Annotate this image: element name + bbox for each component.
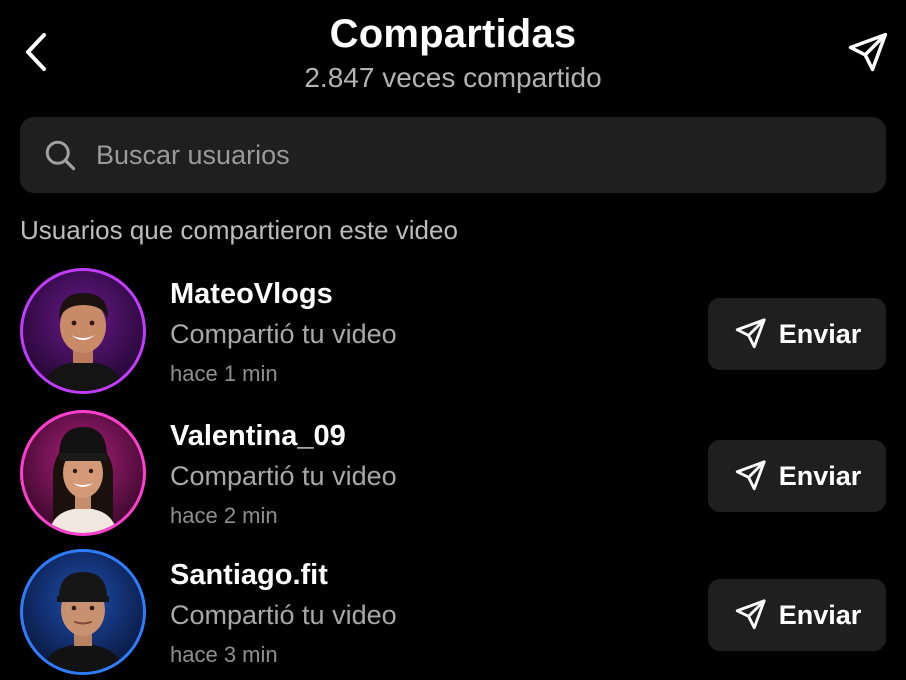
- timestamp: hace 1 min: [170, 361, 278, 386]
- user-action: Compartió tu video: [170, 600, 397, 630]
- send-button[interactable]: Enviar: [708, 579, 886, 651]
- share-button[interactable]: [842, 28, 892, 78]
- avatar-image: [23, 413, 143, 533]
- paper-plane-icon: [735, 318, 766, 349]
- send-button[interactable]: Enviar: [708, 298, 886, 370]
- send-button[interactable]: Enviar: [708, 440, 886, 512]
- user-action: Compartió tu video: [170, 319, 397, 349]
- avatar-image: [23, 552, 143, 672]
- paper-plane-icon: [735, 599, 766, 630]
- list-item: MateoVlogs Compartió tu video hace 1 min…: [0, 268, 906, 398]
- avatar[interactable]: [20, 549, 146, 675]
- page-title: Compartidas: [329, 12, 577, 56]
- timestamp: hace 2 min: [170, 503, 278, 528]
- send-button-label: Enviar: [778, 318, 862, 349]
- user-name[interactable]: Santiago.fit: [170, 559, 328, 592]
- list-item: Santiago.fit Compartió tu video hace 3 m…: [0, 549, 906, 679]
- avatar-image: [23, 271, 143, 391]
- search-bar[interactable]: [20, 117, 886, 193]
- list-item: Valentina_09 Compartió tu video hace 2 m…: [0, 410, 906, 540]
- search-icon: [45, 140, 76, 171]
- share-count: 2.847 veces compartido: [304, 62, 602, 93]
- shares-screen: Compartidas 2.847 veces compartido Usuar…: [0, 0, 906, 680]
- paper-plane-icon: [735, 460, 766, 491]
- section-label: Usuarios que compartieron este video: [20, 215, 458, 245]
- user-name[interactable]: MateoVlogs: [170, 278, 333, 311]
- user-name[interactable]: Valentina_09: [170, 420, 346, 453]
- avatar[interactable]: [20, 410, 146, 536]
- timestamp: hace 3 min: [170, 642, 278, 667]
- avatar[interactable]: [20, 268, 146, 394]
- user-action: Compartió tu video: [170, 461, 397, 491]
- search-input[interactable]: [96, 139, 886, 171]
- send-button-label: Enviar: [778, 460, 862, 491]
- paper-plane-icon: [848, 32, 888, 72]
- send-button-label: Enviar: [778, 599, 862, 630]
